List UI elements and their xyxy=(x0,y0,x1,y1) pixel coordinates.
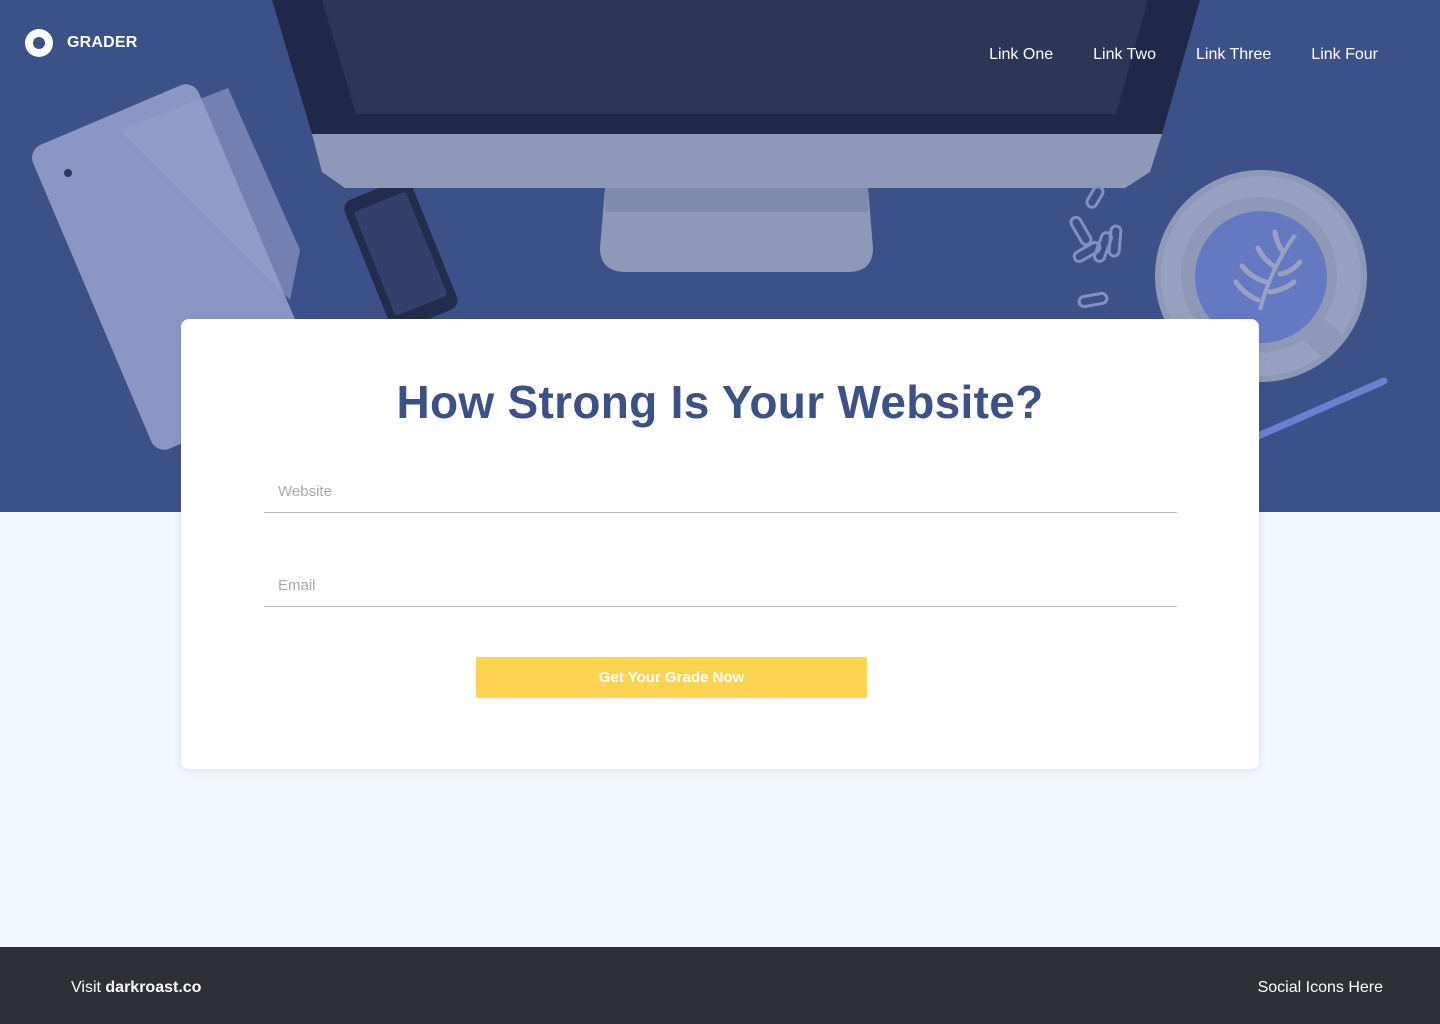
email-input[interactable] xyxy=(264,565,1177,607)
brand-logo[interactable]: GRADER xyxy=(25,29,138,57)
brand-name: GRADER xyxy=(67,34,138,51)
footer-visit-prefix: Visit xyxy=(71,979,101,996)
nav-link-two[interactable]: Link Two xyxy=(1093,46,1156,64)
footer-social-placeholder: Social Icons Here xyxy=(1257,979,1383,996)
nav-link-one[interactable]: Link One xyxy=(989,46,1053,64)
site-footer: Visit darkroast.co Social Icons Here xyxy=(0,947,1440,1024)
paperclips-illustration xyxy=(1069,185,1123,309)
grade-form-card: How Strong Is Your Website? Get Your Gra… xyxy=(181,319,1259,769)
footer-visit: Visit darkroast.co xyxy=(71,979,201,997)
pencil-illustration xyxy=(1254,377,1388,440)
footer-site-link[interactable]: darkroast.co xyxy=(105,979,201,996)
nav-link-three[interactable]: Link Three xyxy=(1196,46,1271,64)
form-title: How Strong Is Your Website? xyxy=(396,376,1044,428)
get-grade-button[interactable]: Get Your Grade Now xyxy=(476,657,867,698)
website-input[interactable] xyxy=(264,471,1177,513)
nav-link-four[interactable]: Link Four xyxy=(1311,46,1378,64)
main-nav: Link One Link Two Link Three Link Four xyxy=(949,46,1378,64)
logo-ring-icon xyxy=(25,29,53,57)
phone-illustration xyxy=(344,179,458,330)
